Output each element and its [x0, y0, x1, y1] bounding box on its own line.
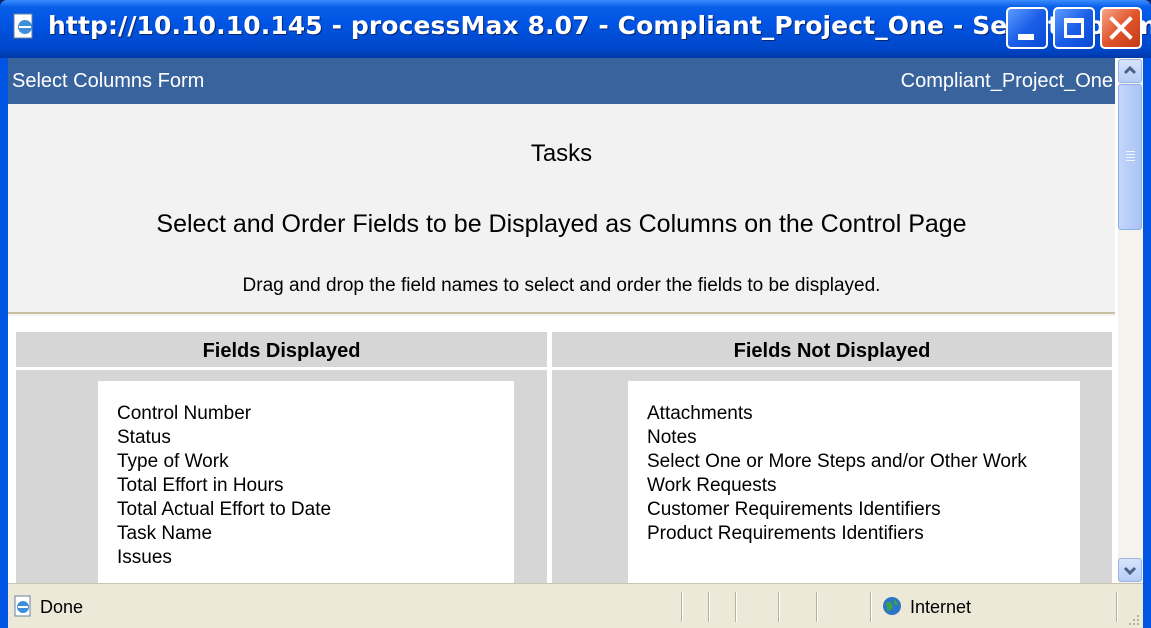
fields-displayed-list[interactable]: Control Number Status Type of Work Total…	[98, 381, 514, 583]
page-subtitle: Select and Order Fields to be Displayed …	[156, 210, 967, 238]
scroll-down-button[interactable]	[1118, 558, 1142, 582]
status-separator	[735, 592, 737, 622]
browser-window: http://10.10.10.145 - processMax 8.07 - …	[0, 0, 1151, 628]
maximize-icon	[1064, 18, 1084, 38]
fields-not-displayed-header: Fields Not Displayed	[552, 332, 1112, 370]
minimize-icon	[1018, 34, 1034, 40]
chevron-up-icon	[1123, 65, 1137, 75]
list-item[interactable]: Product Requirements Identifiers	[628, 522, 1080, 546]
resize-grip-icon[interactable]	[1127, 613, 1141, 627]
list-item[interactable]: Control Number	[98, 402, 514, 426]
list-item[interactable]: Status	[98, 426, 514, 450]
project-name: Compliant_Project_One	[900, 70, 1113, 92]
list-item[interactable]: Issues	[98, 546, 514, 570]
browser-viewport: Select Columns Form Compliant_Project_On…	[8, 58, 1143, 583]
columns-area: Fields Displayed Control Number Status T…	[8, 316, 1115, 583]
status-separator	[1116, 592, 1118, 622]
page-title: Tasks	[530, 140, 593, 167]
minimize-button[interactable]	[1006, 7, 1048, 49]
status-separator	[816, 592, 818, 622]
window-frame-left	[0, 58, 8, 628]
list-item[interactable]: Task Name	[98, 522, 514, 546]
page-content: Select Columns Form Compliant_Project_On…	[8, 58, 1115, 583]
list-item[interactable]: Select One or More Steps and/or Other Wo…	[628, 450, 1080, 474]
window-frame-right	[1143, 58, 1151, 628]
security-zone: Internet	[910, 597, 972, 617]
fields-displayed-panel: Fields Displayed Control Number Status T…	[16, 332, 547, 583]
status-bar: Done Internet	[8, 583, 1143, 628]
status-separator	[870, 592, 872, 622]
close-icon	[1109, 16, 1133, 40]
title-bar[interactable]: http://10.10.10.145 - processMax 8.07 - …	[0, 0, 1151, 58]
scroll-up-button[interactable]	[1118, 59, 1142, 83]
divider	[8, 312, 1115, 314]
status-separator	[708, 592, 710, 622]
list-item[interactable]: Customer Requirements Identifiers	[628, 498, 1080, 522]
scrollbar-thumb[interactable]	[1118, 84, 1142, 230]
chevron-down-icon	[1123, 566, 1137, 576]
maximize-button[interactable]	[1053, 7, 1095, 49]
list-item[interactable]: Attachments	[628, 402, 1080, 426]
status-separator	[778, 592, 780, 622]
ie-page-icon	[13, 13, 33, 39]
list-item[interactable]: Type of Work	[98, 450, 514, 474]
fields-displayed-header: Fields Displayed	[16, 332, 547, 370]
instructions-text: Drag and drop the field names to select …	[242, 275, 881, 296]
globe-icon	[883, 597, 901, 615]
list-item[interactable]: Total Effort in Hours	[98, 474, 514, 498]
fields-not-displayed-list[interactable]: Attachments Notes Select One or More Ste…	[628, 381, 1080, 583]
list-item[interactable]: Notes	[628, 426, 1080, 450]
status-separator	[681, 592, 683, 622]
vertical-scrollbar[interactable]	[1118, 58, 1143, 583]
form-header-bar: Select Columns Form Compliant_Project_On…	[8, 58, 1115, 104]
ie-page-icon	[14, 595, 31, 617]
list-item[interactable]: Total Actual Effort to Date	[98, 498, 514, 522]
form-name: Select Columns Form	[12, 70, 205, 92]
list-item[interactable]: Work Requests	[628, 474, 1080, 498]
window-title: http://10.10.10.145 - processMax 8.07 - …	[48, 11, 1151, 40]
status-text: Done	[40, 597, 84, 617]
fields-not-displayed-panel: Fields Not Displayed Attachments Notes S…	[552, 332, 1112, 583]
close-button[interactable]	[1100, 7, 1142, 49]
